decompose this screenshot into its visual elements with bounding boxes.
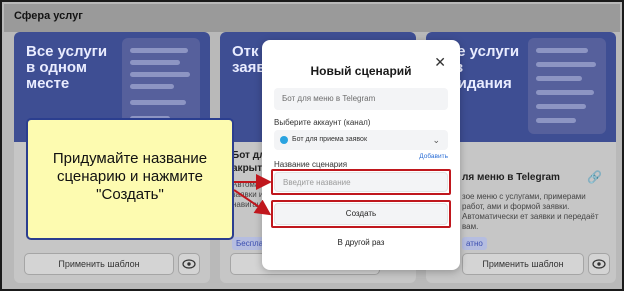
scenario-name-label: Название сценария — [274, 160, 348, 169]
callout-text: Придумайте название сценарию и нажмите "… — [52, 150, 208, 203]
modal-title: Новый сценарий — [310, 64, 412, 78]
later-button[interactable]: В другой раз — [262, 238, 460, 247]
template-name-field[interactable]: Бот для меню в Telegram — [274, 88, 448, 110]
eye-icon[interactable] — [588, 253, 610, 275]
card-title: ля меню в Telegram — [462, 172, 560, 183]
account-select-value: Бот для приема заявок — [292, 136, 368, 143]
price-badge: атно — [462, 237, 487, 250]
telegram-icon — [280, 136, 288, 144]
screenshot-frame: Сфера услуг Все услуги в одном месте При… — [0, 0, 624, 291]
scenario-name-input[interactable] — [274, 172, 448, 192]
hero-mockup — [528, 38, 606, 134]
create-button[interactable]: Создать — [274, 203, 448, 225]
new-scenario-modal: Новый сценарий ✕ Бот для меню в Telegram… — [262, 40, 460, 270]
apply-template-button[interactable]: Применить шаблон — [24, 253, 174, 275]
hero-text: Все услуги в одном месте — [26, 43, 108, 92]
instruction-callout: Придумайте название сценарию и нажмите "… — [26, 118, 234, 240]
chevron-down-icon: ⌄ — [432, 135, 440, 145]
close-icon[interactable]: ✕ — [434, 54, 446, 71]
section-title: Сфера услуг — [14, 10, 83, 22]
eye-icon[interactable] — [178, 253, 200, 275]
apply-template-button[interactable]: Применить шаблон — [462, 253, 584, 275]
link-icon[interactable]: 🔗 — [587, 170, 602, 184]
add-account-link[interactable]: Добавить — [419, 153, 448, 160]
card-description: зое меню с услугами, примерами работ, ам… — [462, 192, 599, 231]
account-label: Выберите аккаунт (канал) — [274, 118, 371, 127]
top-bar: Сфера услуг — [4, 4, 620, 32]
account-select[interactable]: Бот для приема заявок ⌄ — [274, 130, 448, 150]
card-title-line2: акрыт — [232, 163, 263, 174]
